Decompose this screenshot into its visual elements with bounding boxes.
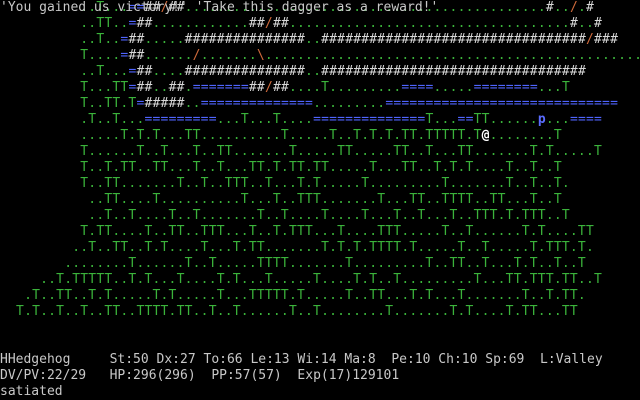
map-row: T..T.TT..TT...T..T...TT.T.TT.TT.....T...… <box>0 160 562 175</box>
map-row: T.TT....T..TT..TTT...T..T.TTT...T....TTT… <box>0 224 594 239</box>
message-line: 'You gained us victory!' 'Take this dagg… <box>0 0 439 15</box>
map-row: T......T..T...T..TT.......T.....TT.....T… <box>0 144 602 159</box>
status-line-condition: satiated <box>0 384 63 399</box>
status-line-attributes: HHedgehog St:50 Dx:27 To:66 Le:13 Wi:14 … <box>0 352 603 367</box>
map-row: T..TT.T=#####..==============.........==… <box>0 96 619 111</box>
map-row: ..T...=##....###############..##########… <box>0 64 586 79</box>
game-map[interactable]: ..T...==##/##...........................… <box>0 0 640 320</box>
map-row: T..TT.......T..T..TTT..T...T.T.....T....… <box>0 176 570 191</box>
map-row: ........T......T..T.....TTTT.......T....… <box>0 256 586 271</box>
map-row: T....=##....../.......\.................… <box>0 48 640 63</box>
status-line-vitals: DV/PV:22/29 HP:296(296) PP:57(57) Exp(17… <box>0 368 400 383</box>
map-row: .T..TT..T.T.....T.T.....T...TTTTT.T.....… <box>0 288 586 303</box>
map-row: T...TT=##..##.=======##/##....T.........… <box>0 80 570 95</box>
map-row: ..T..=##.....###############..##########… <box>0 32 619 47</box>
map-row: ..T..TT..T.T....T...T.TT.......T.T.T.TTT… <box>0 240 594 255</box>
map-row: .T..T...=========...T...T....===========… <box>0 112 603 127</box>
map-row: ..T.TTTTT..T.T...T....T.T...T.....T....T… <box>0 272 602 287</box>
game-screen: 'You gained us victory!' 'Take this dagg… <box>0 0 640 400</box>
map-row: .....T.T.T...TT..........T.....T..T.T.T.… <box>0 128 562 143</box>
map-row: ..TT..=##............##/##..............… <box>0 16 603 31</box>
map-row: ..TT....T..........T...T..TTT.......T...… <box>0 192 562 207</box>
map-row: ..T..T....T..T.......T..T....T....T...T.… <box>0 208 570 223</box>
map-row: T.T..T..T..TT..TTTT.TT..T..T......T..T..… <box>0 304 578 319</box>
